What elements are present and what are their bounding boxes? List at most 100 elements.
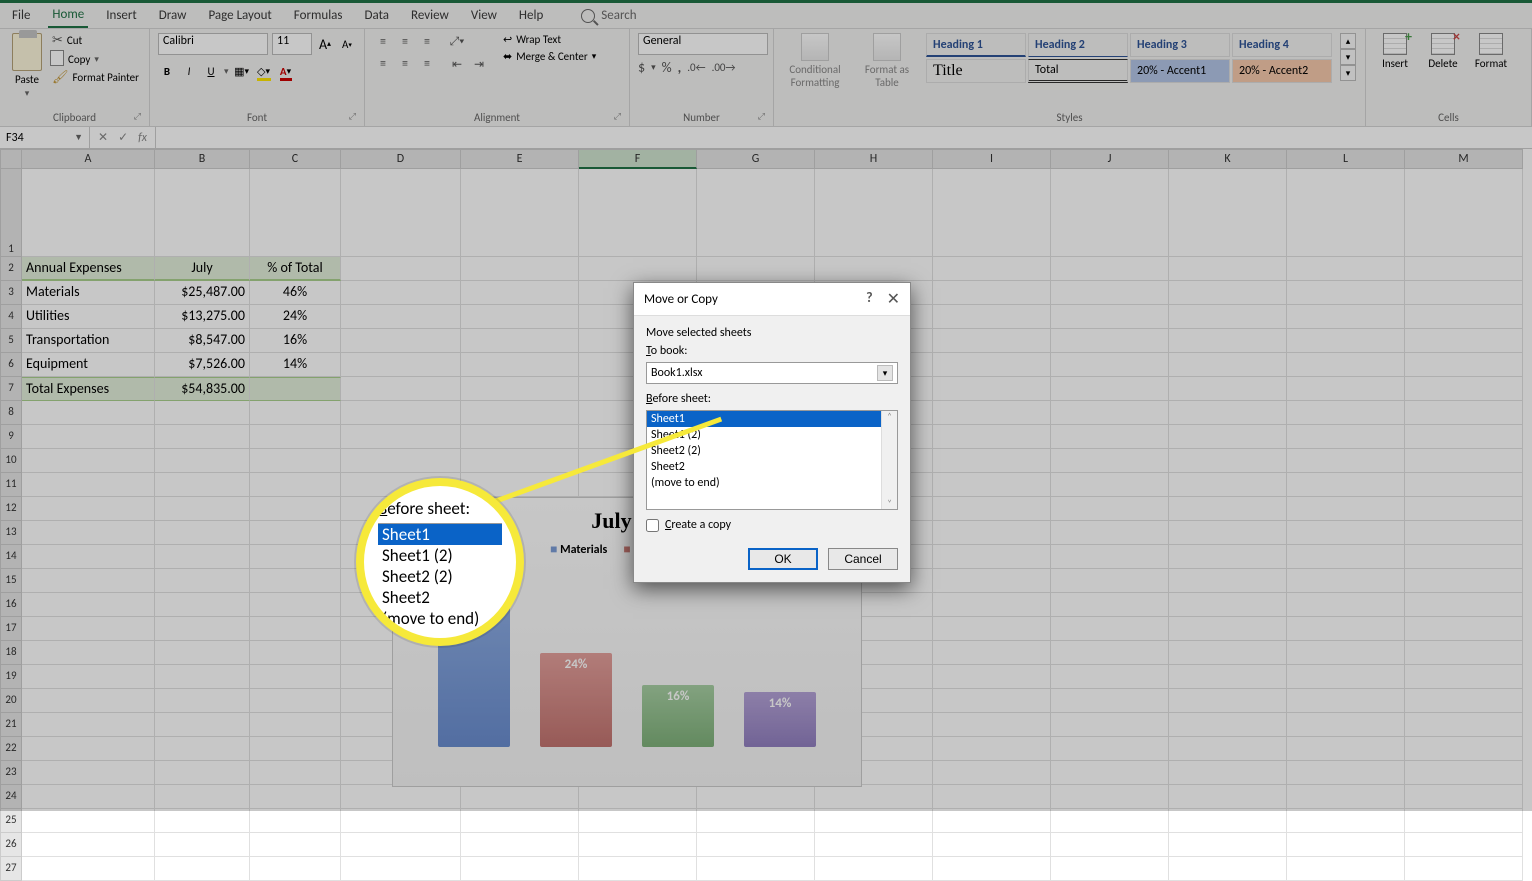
conditional-formatting-button[interactable]: Conditional Formatting [782, 33, 848, 89]
row-head-19[interactable]: 19 [0, 665, 22, 689]
row-head-13[interactable]: 13 [0, 521, 22, 545]
row-head-5[interactable]: 5 [0, 329, 22, 353]
tab-formulas[interactable]: Formulas [290, 4, 347, 27]
cell-b2[interactable]: July [155, 257, 250, 281]
scroll-down-icon[interactable]: ▾ [1340, 49, 1356, 65]
align-top-button[interactable]: ≡ [373, 33, 393, 51]
combobox-dropdown-icon[interactable]: ▾ [877, 365, 893, 381]
list-item-sheet1[interactable]: Sheet1 [647, 411, 897, 427]
italic-button[interactable]: I [180, 61, 198, 81]
row-head-2[interactable]: 2 [0, 257, 22, 281]
cell-a6[interactable]: Equipment [22, 353, 155, 377]
col-head-f[interactable]: F [579, 149, 697, 169]
row-head-7[interactable]: 7 [0, 377, 22, 401]
cancel-button[interactable]: Cancel [828, 548, 898, 570]
col-head-m[interactable]: M [1405, 149, 1523, 169]
row-head-10[interactable]: 10 [0, 449, 22, 473]
before-sheet-listbox[interactable]: Sheet1 Sheet1 (2) Sheet2 (2) Sheet2 (mov… [646, 410, 898, 510]
row-head-16[interactable]: 16 [0, 593, 22, 617]
cell-styles-gallery[interactable]: Heading 1 Heading 2 Heading 3 Heading 4 … [926, 33, 1332, 83]
select-all-corner[interactable] [0, 149, 22, 169]
row-head-25[interactable]: 25 [0, 809, 22, 833]
underline-button[interactable]: U [202, 61, 220, 81]
copy-button[interactable]: Copy▾ [52, 52, 139, 66]
insert-cells-button[interactable]: Insert [1374, 33, 1416, 70]
decrease-decimal-button[interactable]: .00→ [712, 61, 736, 74]
cell-a7[interactable]: Total Expenses [22, 377, 155, 401]
percent-button[interactable]: % [662, 59, 672, 76]
comma-button[interactable]: , [678, 59, 682, 76]
increase-font-button[interactable]: A▴ [316, 34, 334, 54]
bold-button[interactable]: B [158, 61, 176, 81]
row-head-26[interactable]: 26 [0, 833, 22, 857]
row-head-15[interactable]: 15 [0, 569, 22, 593]
align-right-button[interactable]: ≡ [417, 55, 437, 73]
dialog-help-icon[interactable]: ? [866, 289, 873, 309]
col-head-l[interactable]: L [1287, 149, 1405, 169]
cell-b3[interactable]: $25,487.00 [155, 281, 250, 305]
style-heading2[interactable]: Heading 2 [1028, 33, 1128, 57]
cell-b6[interactable]: $7,526.00 [155, 353, 250, 377]
merge-center-button[interactable]: ⬌Merge & Center▾ [503, 50, 596, 63]
style-total[interactable]: Total [1028, 59, 1128, 83]
col-head-j[interactable]: J [1051, 149, 1169, 169]
style-heading4[interactable]: Heading 4 [1232, 33, 1332, 57]
delete-cells-button[interactable]: Delete [1422, 33, 1464, 70]
col-head-d[interactable]: D [341, 149, 461, 169]
styles-scroll[interactable]: ▴ ▾ ▾ [1340, 33, 1356, 81]
tab-draw[interactable]: Draw [155, 4, 191, 27]
scroll-more-icon[interactable]: ▾ [1340, 65, 1356, 81]
ok-button[interactable]: OK [748, 548, 818, 570]
cut-button[interactable]: ✂Cut [52, 33, 139, 48]
col-head-g[interactable]: G [697, 149, 815, 169]
align-middle-button[interactable]: ≡ [395, 33, 415, 51]
align-bottom-button[interactable]: ≡ [417, 33, 437, 51]
row-head-27[interactable]: 27 [0, 857, 22, 881]
tab-insert[interactable]: Insert [102, 4, 141, 27]
orientation-button[interactable]: ⤢▾ [447, 33, 467, 51]
tab-page-layout[interactable]: Page Layout [204, 4, 275, 27]
decrease-font-button[interactable]: A▾ [338, 34, 356, 54]
cell-b5[interactable]: $8,547.00 [155, 329, 250, 353]
paste-dropdown-icon[interactable]: ▾ [25, 88, 30, 99]
font-name-select[interactable]: Calibri [158, 33, 268, 55]
cell-c4[interactable]: 24% [250, 305, 341, 329]
row-head-11[interactable]: 11 [0, 473, 22, 497]
listbox-scrollbar[interactable]: ˄˅ [881, 411, 897, 509]
tell-me-search[interactable]: Search [581, 8, 636, 23]
format-painter-button[interactable]: 🖌Format Painter [52, 70, 139, 85]
dialog-close-icon[interactable]: ✕ [887, 289, 900, 309]
number-format-select[interactable]: General [638, 33, 768, 55]
cell-b7[interactable]: $54,835.00 [155, 377, 250, 401]
col-head-e[interactable]: E [461, 149, 579, 169]
borders-button[interactable]: ▦▾ [233, 61, 251, 81]
scroll-up-icon[interactable]: ˄ [882, 411, 897, 422]
row-head-17[interactable]: 17 [0, 617, 22, 641]
row-head-20[interactable]: 20 [0, 689, 22, 713]
cell-c2[interactable]: % of Total [250, 257, 341, 281]
row-head-6[interactable]: 6 [0, 353, 22, 377]
style-title[interactable]: Title [926, 59, 1026, 83]
row-head-22[interactable]: 22 [0, 737, 22, 761]
enter-formula-icon[interactable]: ✓ [118, 130, 128, 145]
col-head-b[interactable]: B [155, 149, 250, 169]
row-head-21[interactable]: 21 [0, 713, 22, 737]
style-heading3[interactable]: Heading 3 [1130, 33, 1230, 57]
style-accent2[interactable]: 20% - Accent2 [1232, 59, 1332, 83]
tab-home[interactable]: Home [48, 3, 88, 28]
font-size-select[interactable]: 11 [272, 33, 312, 55]
row-head-24[interactable]: 24 [0, 785, 22, 809]
list-item-sheet2-2[interactable]: Sheet2 (2) [647, 443, 897, 459]
tab-view[interactable]: View [467, 4, 501, 27]
tab-file[interactable]: File [8, 4, 34, 27]
clipboard-launcher-icon[interactable]: ⤢ [134, 111, 141, 122]
list-item-sheet2[interactable]: Sheet2 [647, 459, 897, 475]
paste-button[interactable]: Paste ▾ [8, 33, 46, 99]
cell-c7[interactable] [250, 377, 341, 401]
create-copy-input[interactable] [646, 519, 659, 532]
col-head-c[interactable]: C [250, 149, 341, 169]
row-head-1[interactable]: 1 [0, 169, 22, 257]
col-head-h[interactable]: H [815, 149, 933, 169]
alignment-launcher-icon[interactable]: ⤢ [614, 111, 621, 122]
col-head-i[interactable]: I [933, 149, 1051, 169]
